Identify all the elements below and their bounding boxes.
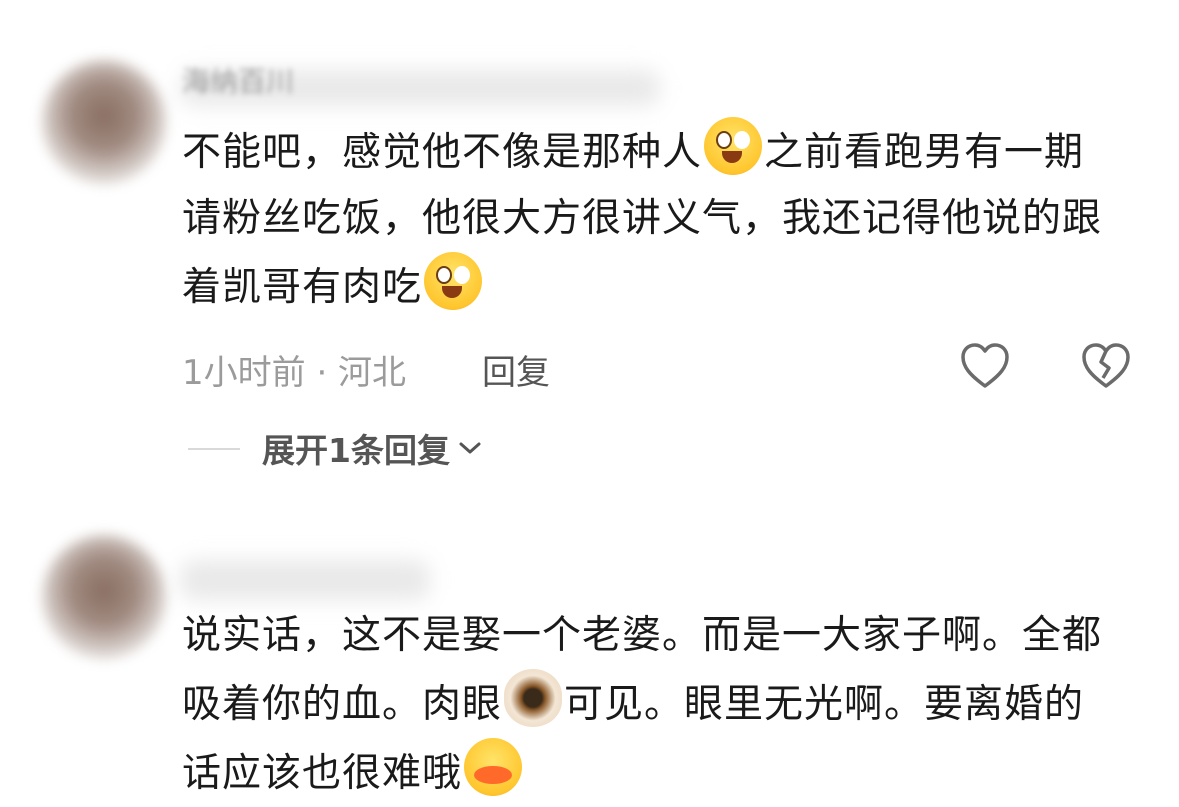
comment-text: 说实话，这不是娶一个老婆。而是一大家子啊。全都吸着你的血。肉眼 可见。眼里无光啊。… <box>182 603 1122 807</box>
username-blur <box>180 560 430 600</box>
divider <box>188 448 240 450</box>
chevron-down-icon <box>459 442 481 454</box>
avatar[interactable] <box>42 60 166 184</box>
heart-outline-icon[interactable] <box>960 342 1010 390</box>
reply-button[interactable]: 回复 <box>482 345 550 394</box>
loudly-crying-face-icon <box>704 117 763 175</box>
eye-icon <box>504 669 563 727</box>
comment-text: 不能吧，感觉他不像是那种人 之前看跑男有一期请粉丝吃饭，他很大方很讲义气，我还记得… <box>182 117 1122 321</box>
avatar[interactable] <box>42 535 166 659</box>
duck-face-icon <box>464 738 523 796</box>
loudly-crying-face-icon <box>424 252 483 310</box>
broken-heart-icon[interactable] <box>1081 342 1131 390</box>
comment-text-part: 不能吧，感觉他不像是那种人 <box>182 130 703 175</box>
expand-replies-label: 展开1条回复 <box>262 431 450 470</box>
comment-meta: 1小时前 · 河北 <box>182 353 407 393</box>
expand-replies-button[interactable]: 展开1条回复 <box>262 424 482 472</box>
username[interactable]: 海纳百川 <box>182 60 294 100</box>
